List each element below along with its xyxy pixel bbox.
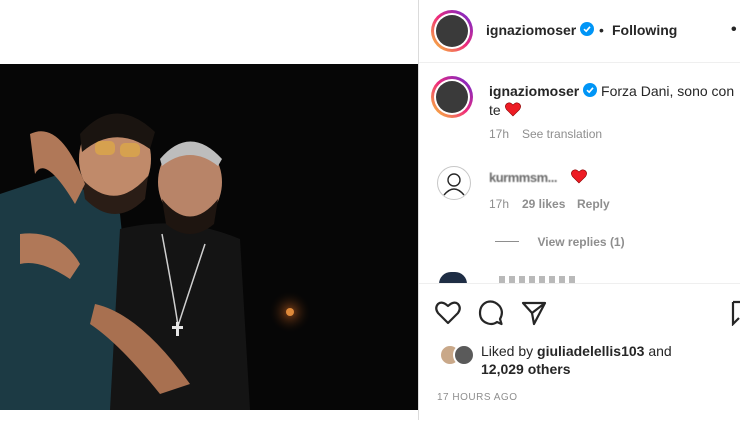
liked-by-prefix: Liked by — [481, 343, 534, 359]
like-heart-icon[interactable] — [435, 300, 461, 326]
post-timestamp[interactable]: 17 HOURS AGO — [437, 392, 517, 403]
caption: ignaziomoser Forza Dani, sono con te — [489, 82, 739, 121]
heart-emoji-icon — [504, 102, 521, 121]
comment-time[interactable]: 17h — [489, 197, 509, 211]
save-bookmark-icon[interactable] — [731, 300, 740, 327]
bottom-whitespace — [0, 410, 418, 420]
liker-avatar-2[interactable] — [453, 344, 475, 366]
comment-heart-icon — [571, 169, 587, 189]
post-side-panel: ignaziomoser • Following • ignaziomoser … — [419, 0, 740, 420]
commenter-avatar[interactable] — [437, 166, 471, 200]
header-separator: • — [599, 22, 604, 38]
comment-likes[interactable]: 29 likes — [522, 197, 565, 211]
view-replies-line — [495, 241, 519, 243]
default-avatar-icon — [443, 173, 465, 196]
post-photo[interactable] — [0, 64, 418, 410]
author-avatar[interactable] — [431, 10, 473, 52]
caption-username[interactable]: ignaziomoser — [489, 83, 579, 99]
view-replies-label: View replies (1) — [537, 235, 625, 249]
caption-verified-icon — [583, 83, 598, 101]
verified-badge-icon — [580, 22, 594, 41]
caption-time[interactable]: 17h — [489, 127, 509, 141]
reply-button[interactable]: Reply — [577, 197, 610, 211]
liked-by-user[interactable]: giuliadelellis103 — [537, 343, 644, 359]
share-send-icon[interactable] — [521, 300, 547, 326]
likes-count[interactable]: 12,029 others — [481, 361, 571, 377]
more-options-icon[interactable]: • — [731, 21, 737, 39]
following-button[interactable]: Following — [612, 22, 677, 38]
caption-avatar[interactable] — [431, 76, 473, 118]
liked-by: Liked by giuliadelellis103 and 12,029 ot… — [481, 342, 672, 378]
action-bar: Liked by giuliadelellis103 and 12,029 ot… — [419, 283, 740, 421]
commenter-username[interactable]: kurmmsm... — [489, 170, 557, 185]
see-translation-link[interactable]: See translation — [522, 127, 602, 141]
top-whitespace — [0, 0, 418, 64]
post-header: ignaziomoser • Following • — [419, 0, 740, 63]
post-photo-image — [0, 64, 418, 410]
view-replies[interactable]: View replies (1) — [495, 233, 625, 251]
author-username[interactable]: ignaziomoser — [486, 22, 576, 38]
comment-bubble-icon[interactable] — [478, 300, 504, 326]
liked-by-and: and — [648, 343, 672, 359]
